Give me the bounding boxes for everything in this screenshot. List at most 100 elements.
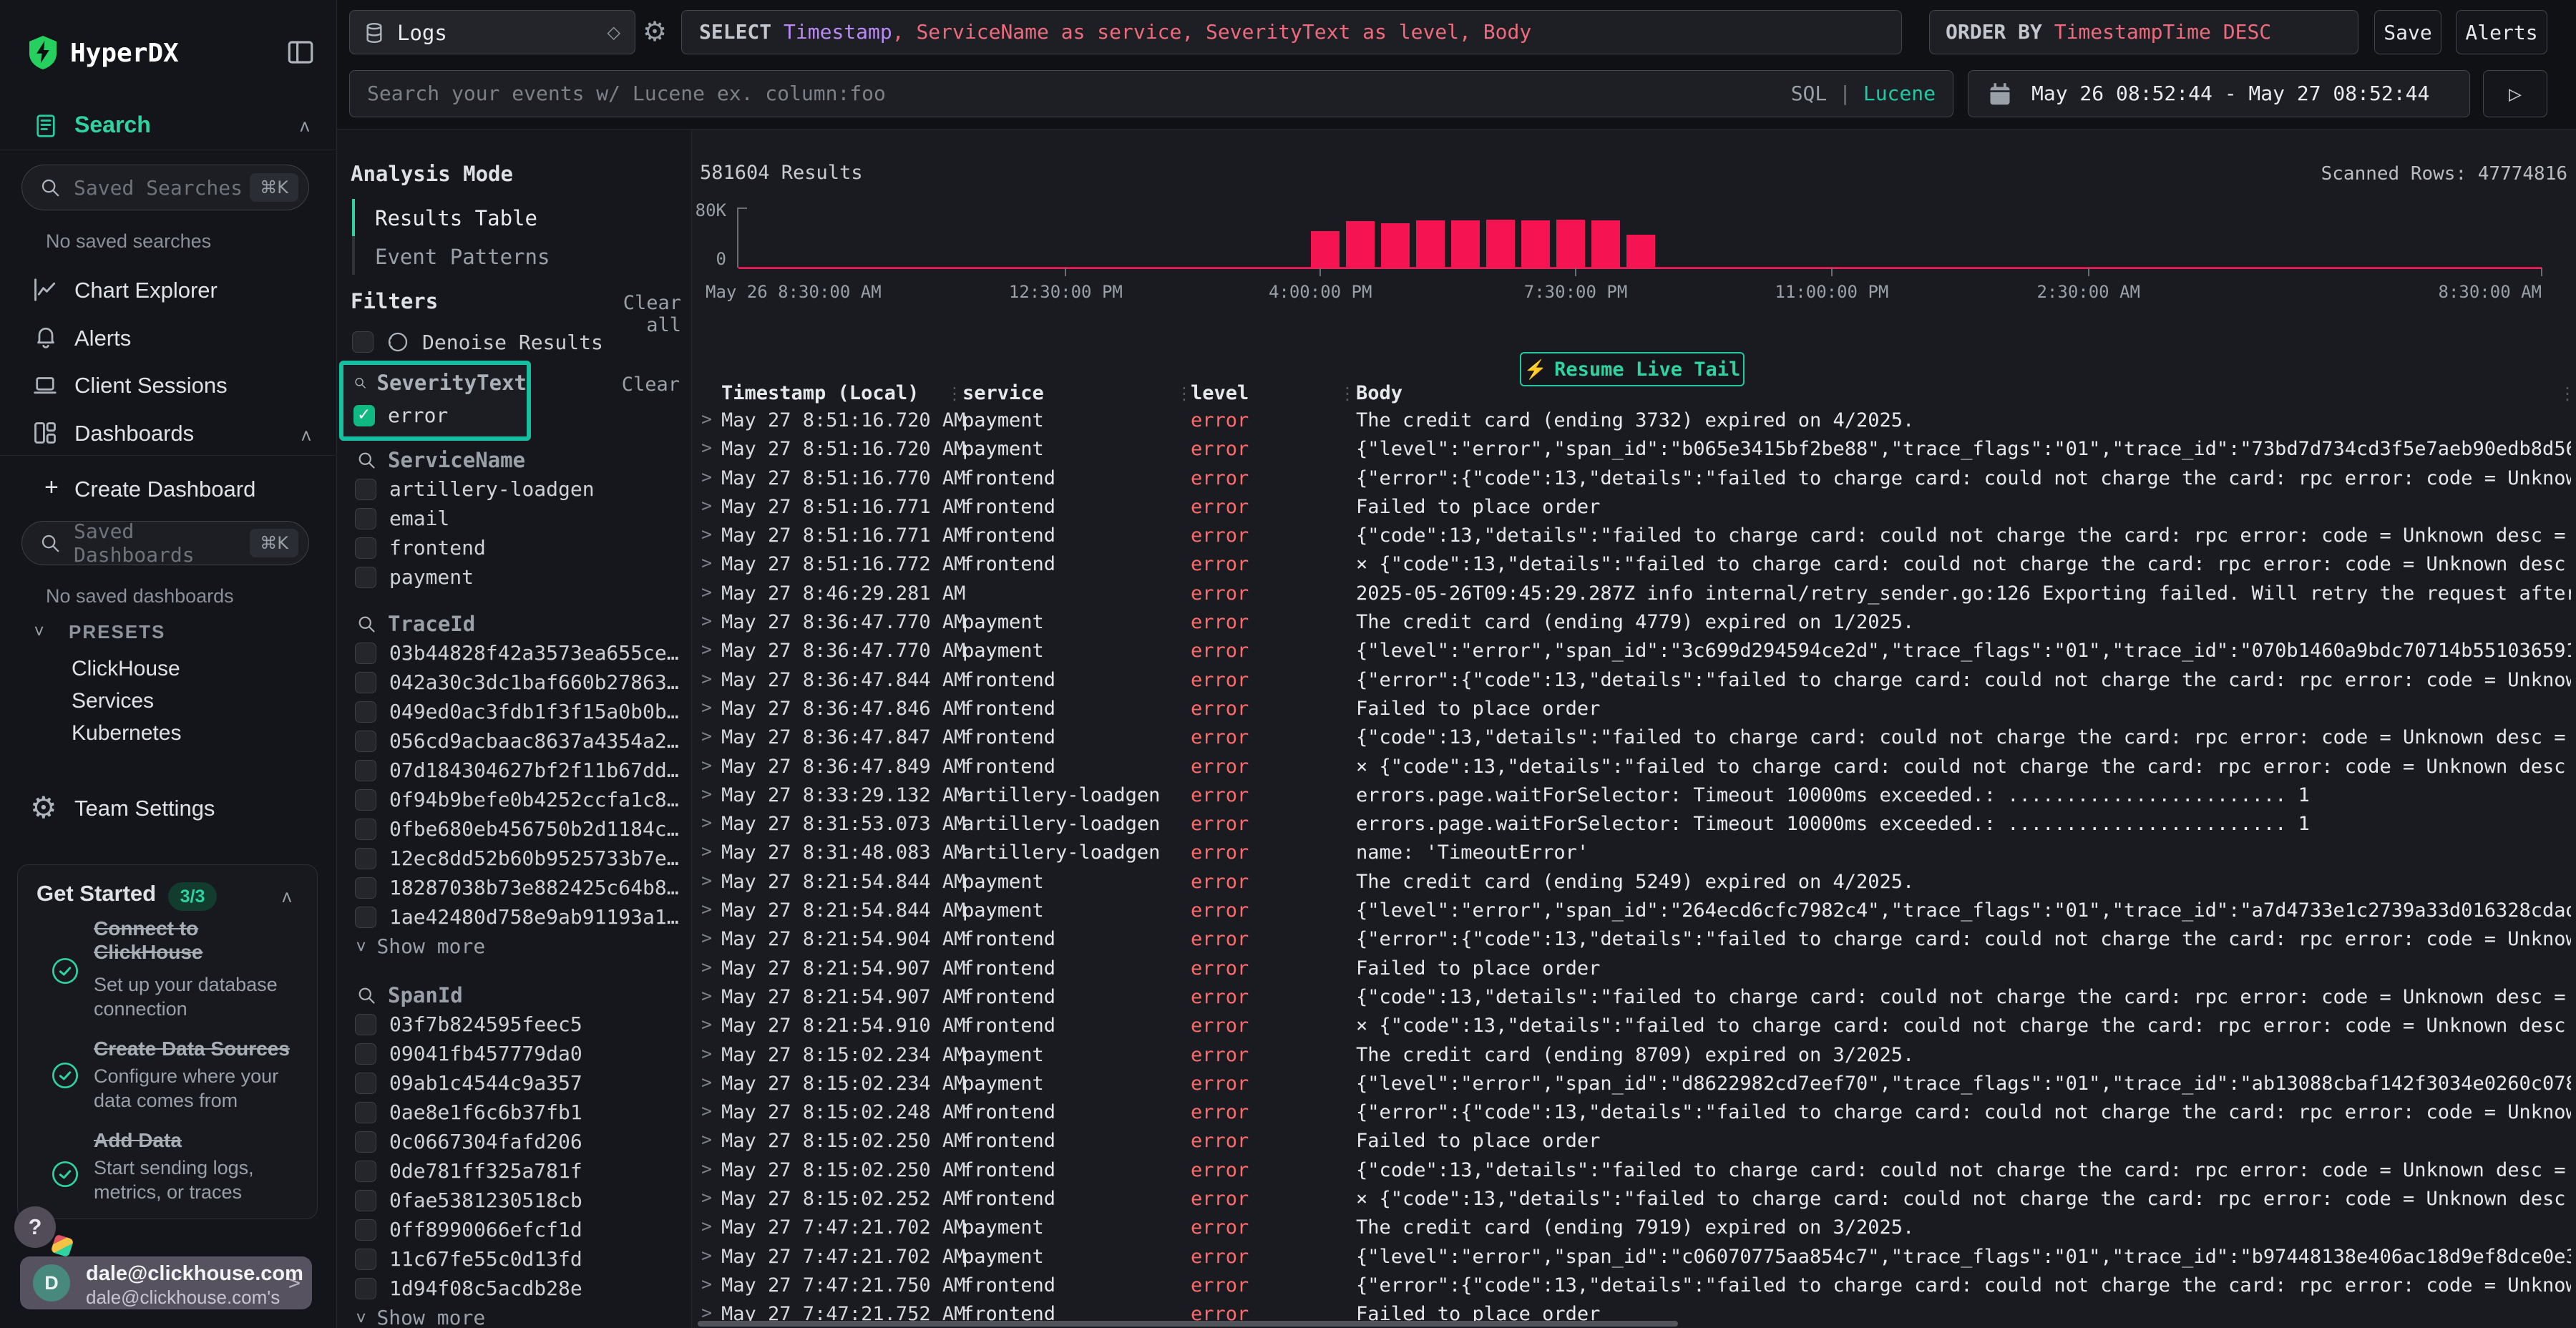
log-row[interactable]: >May 27 8:31:48.083 AMartillery-loadgene… [694, 837, 2576, 866]
facet-value-checkbox[interactable] [355, 1161, 376, 1182]
sidebar-item-alerts[interactable]: Alerts [0, 323, 336, 358]
histogram-bar[interactable] [1311, 231, 1340, 268]
facet-value-checkbox[interactable] [355, 1131, 376, 1153]
facet-value-checkbox[interactable] [355, 760, 376, 781]
expand-row-icon[interactable]: > [701, 726, 712, 746]
log-row[interactable]: >May 27 8:15:02.250 AMfrontenderrorFaile… [694, 1126, 2576, 1154]
facet-value-checkbox[interactable] [355, 1249, 376, 1270]
log-row[interactable]: >May 27 8:21:54.844 AMpaymenterrorThe cr… [694, 866, 2576, 895]
trace-show-more[interactable]: >Show more [342, 932, 687, 961]
facet-value-row[interactable]: 0ae8e1f6c6b37fb1 [342, 1098, 687, 1127]
facet-value-checkbox[interactable] [355, 819, 376, 840]
resume-live-tail-button[interactable]: ⚡ Resume Live Tail [1520, 352, 1745, 386]
table-options-icon[interactable]: ⋮ [2559, 384, 2576, 404]
severity-error-checkbox[interactable] [353, 405, 375, 426]
task-title[interactable]: Connect to ClickHouse [94, 917, 312, 964]
log-row[interactable]: >May 27 8:15:02.248 AMfrontenderror{"err… [694, 1097, 2576, 1126]
alerts-button[interactable]: Alerts [2456, 10, 2547, 54]
expand-row-icon[interactable]: > [701, 668, 712, 689]
select-clause-input[interactable]: SELECT Timestamp, ServiceName as service… [681, 10, 1902, 54]
column-resize-handle-icon[interactable]: ⋮ [1339, 384, 1356, 404]
log-row[interactable]: >May 27 8:51:16.771 AMfrontenderror{"cod… [694, 520, 2576, 549]
histogram-bar[interactable] [1556, 220, 1585, 268]
expand-row-icon[interactable]: > [701, 1302, 712, 1323]
facet-value-checkbox[interactable] [355, 907, 376, 928]
log-row[interactable]: >May 27 8:21:54.904 AMfrontenderror{"err… [694, 924, 2576, 952]
facet-value-checkbox[interactable] [355, 701, 376, 723]
expand-row-icon[interactable]: > [701, 957, 712, 977]
facet-value-row[interactable]: 0fbe680eb456750b2d1184c… [342, 814, 687, 844]
expand-row-icon[interactable]: > [701, 812, 712, 833]
expand-row-icon[interactable]: > [701, 552, 712, 573]
expand-row-icon[interactable]: > [701, 755, 712, 776]
col-body[interactable]: Body [1356, 382, 2571, 404]
facet-value-checkbox[interactable] [355, 567, 376, 588]
log-row[interactable]: >May 27 8:15:02.250 AMfrontenderror{"cod… [694, 1155, 2576, 1183]
tab-event-patterns[interactable]: Event Patterns [375, 245, 550, 269]
expand-row-icon[interactable]: > [701, 841, 712, 861]
facet-value-checkbox[interactable] [355, 731, 376, 752]
facet-value-checkbox[interactable] [355, 1014, 376, 1035]
dashboards-collapse-chevron-icon[interactable]: > [296, 430, 317, 441]
histogram-bar[interactable] [1626, 235, 1655, 268]
facet-value-checkbox[interactable] [355, 877, 376, 899]
lucene-mode[interactable]: Lucene [1863, 82, 1936, 105]
log-row[interactable]: >May 27 7:47:21.702 AMpaymenterrorThe cr… [694, 1212, 2576, 1241]
log-row[interactable]: >May 27 8:51:16.720 AMpaymenterrorThe cr… [694, 405, 2576, 434]
task-title[interactable]: Add Data [94, 1128, 312, 1152]
facet-value-checkbox[interactable] [355, 789, 376, 811]
log-row[interactable]: >May 27 8:51:16.772 AMfrontenderror× {"c… [694, 549, 2576, 577]
sidebar-item-team-settings[interactable]: ⚙ Team Settings [0, 790, 336, 827]
facet-value-row[interactable]: artillery-loadgen [342, 474, 687, 504]
facet-value-checkbox[interactable] [355, 643, 376, 664]
results-histogram[interactable]: May 26 8:30:00 AM12:30:00 PM4:00:00 PM7:… [737, 208, 2542, 268]
order-by-input[interactable]: ORDER BY TimestampTime DESC [1929, 10, 2358, 54]
user-menu[interactable]: D dale@clickhouse.com dale@clickhouse.co… [20, 1256, 312, 1309]
log-row[interactable]: >May 27 8:36:47.846 AMfrontenderrorFaile… [694, 693, 2576, 722]
expand-row-icon[interactable]: > [701, 1245, 712, 1266]
log-row[interactable]: >May 27 8:51:16.720 AMpaymenterror{"leve… [694, 434, 2576, 462]
facet-value-row[interactable]: 042a30c3dc1baf660b27863… [342, 668, 687, 697]
create-dashboard-button[interactable]: + Create Dashboard [0, 472, 336, 505]
histogram-bar[interactable] [1451, 220, 1480, 268]
expand-row-icon[interactable]: > [701, 1158, 712, 1179]
facet-value-row[interactable]: 03b44828f42a3573ea655ce… [342, 638, 687, 668]
log-row[interactable]: >May 27 8:21:54.844 AMpaymenterror{"leve… [694, 895, 2576, 924]
save-button[interactable]: Save [2374, 10, 2441, 54]
facet-value-checkbox[interactable] [355, 1190, 376, 1211]
denoise-checkbox[interactable] [352, 331, 374, 353]
expand-row-icon[interactable]: > [701, 783, 712, 804]
expand-row-icon[interactable]: > [701, 899, 712, 919]
expand-row-icon[interactable]: > [701, 467, 712, 487]
histogram-bar[interactable] [1591, 220, 1620, 268]
get-started-collapse-chevron-icon[interactable]: > [276, 892, 298, 903]
facet-value-row[interactable]: 03f7b824595feec5 [342, 1010, 687, 1039]
histogram-bar[interactable] [1381, 223, 1410, 268]
facet-value-row[interactable]: 18287038b73e882425c64b8… [342, 873, 687, 902]
tab-results-table[interactable]: Results Table [375, 206, 537, 230]
severity-clear-button[interactable]: Clear [608, 374, 680, 396]
facet-value-checkbox[interactable] [355, 1043, 376, 1065]
preset-item-services[interactable]: Services [72, 689, 154, 713]
sql-mode[interactable]: SQL [1791, 82, 1828, 105]
expand-row-icon[interactable]: > [701, 409, 712, 429]
log-row[interactable]: >May 27 8:36:47.844 AMfrontenderror{"err… [694, 665, 2576, 693]
expand-row-icon[interactable]: > [701, 495, 712, 516]
facet-value-row[interactable]: 12ec8dd52b60b9525733b7e… [342, 844, 687, 873]
histogram-bar[interactable] [1416, 220, 1445, 268]
log-row[interactable]: >May 27 8:51:16.771 AMfrontenderrorFaile… [694, 492, 2576, 520]
task-title[interactable]: Create Data Sources [94, 1037, 312, 1060]
collapse-sidebar-icon[interactable] [285, 37, 316, 67]
horizontal-scrollbar[interactable] [698, 1321, 1678, 1327]
log-row[interactable]: >May 27 8:21:54.907 AMfrontenderror{"cod… [694, 982, 2576, 1010]
expand-row-icon[interactable]: > [701, 582, 712, 602]
log-row[interactable]: >May 27 8:21:54.910 AMfrontenderror× {"c… [694, 1010, 2576, 1039]
expand-row-icon[interactable]: > [701, 1072, 712, 1093]
preset-item-clickhouse[interactable]: ClickHouse [72, 657, 180, 681]
facet-value-checkbox[interactable] [355, 672, 376, 693]
saved-searches-input[interactable]: Saved Searches ⌘K [21, 165, 309, 210]
log-row[interactable]: >May 27 7:47:21.702 AMpaymenterror{"leve… [694, 1241, 2576, 1270]
facet-value-row[interactable]: 0c0667304fafd206 [342, 1127, 687, 1156]
expand-row-icon[interactable]: > [701, 1100, 712, 1121]
facet-value-checkbox[interactable] [355, 479, 376, 500]
